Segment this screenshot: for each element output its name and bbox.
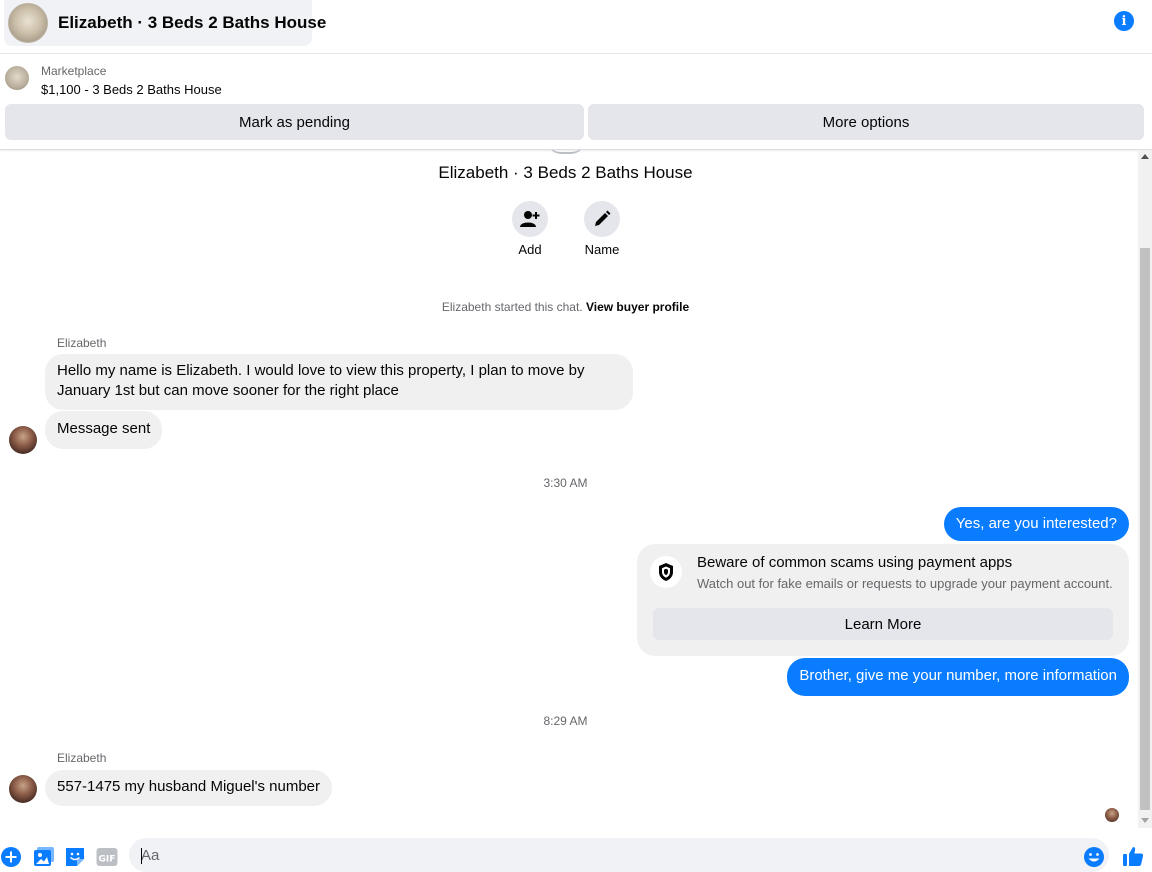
text-cursor xyxy=(141,848,142,864)
chat-started-notice: Elizabeth started this chat. View buyer … xyxy=(0,300,1131,314)
chat-scrollbar[interactable] xyxy=(1138,150,1152,828)
incoming-message[interactable]: 557-1475 my husband Miguel's number xyxy=(45,770,333,806)
scam-warning-card: Beware of common scams using payment app… xyxy=(637,544,1129,656)
conversation-avatar xyxy=(8,3,48,43)
read-receipt-avatar xyxy=(1105,808,1119,822)
listing-price-title[interactable]: $1,100 - 3 Beds 2 Baths House xyxy=(41,82,222,97)
marketplace-listing-bar: Marketplace $1,100 - 3 Beds 2 Baths Hous… xyxy=(0,54,1152,150)
name-label: Name xyxy=(584,242,620,257)
gif-label: GIF xyxy=(99,855,116,865)
outgoing-message[interactable]: Yes, are you interested? xyxy=(943,507,1129,541)
message-list[interactable]: Elizabeth · 3 Beds 2 Baths House Add Nam… xyxy=(0,150,1138,828)
scrollbar-thumb[interactable] xyxy=(1140,248,1150,810)
sender-avatar[interactable] xyxy=(9,775,37,803)
scam-warning-subtitle: Watch out for fake emails or requests to… xyxy=(697,576,1113,591)
pencil-icon xyxy=(595,210,611,226)
chat-started-text: Elizabeth started this chat. xyxy=(441,300,583,314)
conversation-title: Elizabeth · 3 Beds 2 Baths House xyxy=(58,13,327,32)
conversation-header: Elizabeth · 3 Beds 2 Baths House i xyxy=(0,0,1152,54)
listing-source-label: Marketplace xyxy=(41,64,107,78)
photo-icon[interactable] xyxy=(33,846,55,868)
outgoing-message[interactable]: Brother, give me your number, more infor… xyxy=(787,658,1129,696)
sender-name: Elizabeth xyxy=(57,336,107,350)
info-icon[interactable]: i xyxy=(1114,11,1134,31)
edit-name-button[interactable] xyxy=(584,201,620,237)
plus-icon[interactable] xyxy=(0,846,22,868)
chat-avatar-edge xyxy=(547,150,585,154)
more-options-button[interactable]: More options xyxy=(588,104,1144,140)
mark-as-pending-button[interactable]: Mark as pending xyxy=(5,104,584,140)
incoming-message[interactable]: Hello my name is Elizabeth. I would love… xyxy=(45,354,633,410)
sticker-icon[interactable] xyxy=(64,846,86,868)
scroll-up-arrow-icon[interactable] xyxy=(1141,154,1149,159)
message-timestamp: 8:29 AM xyxy=(543,714,588,728)
add-person-icon xyxy=(520,211,540,227)
message-timestamp: 3:30 AM xyxy=(543,476,588,490)
view-buyer-profile-link[interactable]: View buyer profile xyxy=(586,300,689,314)
message-composer: GIF xyxy=(0,828,1152,872)
conversation-title-button[interactable]: Elizabeth · 3 Beds 2 Baths House xyxy=(4,0,326,46)
scam-warning-title: Beware of common scams using payment app… xyxy=(697,554,1013,571)
incoming-message[interactable]: Message sent xyxy=(45,411,163,449)
thumbs-up-icon[interactable] xyxy=(1122,845,1144,867)
scroll-down-arrow-icon[interactable] xyxy=(1141,818,1149,823)
message-input[interactable] xyxy=(129,838,1109,872)
gif-icon[interactable]: GIF xyxy=(96,846,118,868)
sender-name: Elizabeth xyxy=(57,751,107,765)
emoji-icon[interactable] xyxy=(1083,846,1105,868)
learn-more-button[interactable]: Learn More xyxy=(653,608,1113,640)
listing-thumbnail[interactable] xyxy=(5,66,29,90)
chat-intro-title: Elizabeth · 3 Beds 2 Baths House xyxy=(438,163,693,182)
sender-avatar[interactable] xyxy=(9,426,37,454)
shield-icon xyxy=(650,556,682,588)
add-person-button[interactable] xyxy=(512,201,548,237)
add-label: Add xyxy=(518,242,542,257)
